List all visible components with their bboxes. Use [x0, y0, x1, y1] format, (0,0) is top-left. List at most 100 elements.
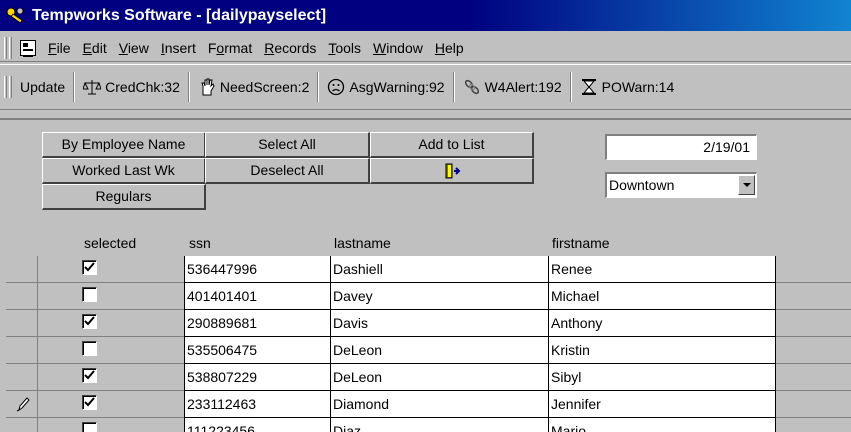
selected-cell: [38, 310, 184, 337]
menu-tools[interactable]: Tools: [322, 40, 367, 56]
selected-checkbox[interactable]: [82, 395, 97, 410]
selected-checkbox[interactable]: [82, 368, 97, 383]
powarn-button[interactable]: POWarn:14: [576, 72, 679, 102]
ssn-cell[interactable]: 535506475: [184, 337, 331, 364]
selected-checkbox[interactable]: [82, 422, 97, 432]
lastname-cell[interactable]: Diamond: [331, 391, 549, 418]
needscreen-button[interactable]: NeedScreen:2: [194, 72, 314, 102]
menu-view[interactable]: View: [113, 40, 155, 56]
branch-select[interactable]: Downtown: [605, 172, 757, 198]
firstname-cell[interactable]: Michael: [549, 283, 776, 310]
menu-bar: File Edit View Insert Format Records Too…: [0, 34, 851, 62]
table-row[interactable]: 111223456 Diaz Mario: [6, 418, 851, 432]
chevron-down-icon[interactable]: [738, 175, 755, 195]
selected-cell: [38, 256, 184, 283]
selected-checkbox[interactable]: [82, 260, 97, 275]
ssn-cell[interactable]: 401401401: [184, 283, 331, 310]
menu-edit[interactable]: Edit: [77, 40, 113, 56]
update-button[interactable]: Update: [16, 72, 69, 102]
table-row[interactable]: 538807229 DeLeon Sibyl: [6, 364, 851, 391]
menu-window[interactable]: Window: [367, 40, 429, 56]
menu-file[interactable]: File: [42, 40, 77, 56]
lastname-cell[interactable]: Davey: [331, 283, 549, 310]
firstname-cell[interactable]: Mario: [549, 418, 776, 432]
menu-records[interactable]: Records: [258, 40, 322, 56]
menubar-grip[interactable]: [4, 36, 7, 59]
lastname-cell[interactable]: DeLeon: [331, 364, 549, 391]
grid-header: selected ssn lastname firstname: [0, 232, 851, 256]
row-selector[interactable]: [6, 418, 38, 432]
asgwarning-button[interactable]: AsgWarning:92: [323, 72, 448, 102]
by-employee-name-button[interactable]: By Employee Name: [42, 132, 206, 158]
header-ssn[interactable]: ssn: [189, 235, 211, 251]
exit-door-icon: [445, 163, 460, 179]
table-row[interactable]: 536447996 Dashiell Renee: [6, 256, 851, 283]
regulars-button[interactable]: Regulars: [42, 184, 206, 210]
ssn-cell[interactable]: 290889681: [184, 310, 331, 337]
ssn-cell[interactable]: 111223456: [184, 418, 331, 432]
checkmark-icon: [84, 370, 95, 380]
table-row[interactable]: 401401401 Davey Michael: [6, 283, 851, 310]
toolbar-separator: [187, 72, 190, 102]
row-filler: [776, 364, 851, 391]
selected-cell: [38, 391, 184, 418]
selected-cell: [38, 337, 184, 364]
toolbar-grip[interactable]: [4, 76, 7, 98]
select-all-button[interactable]: Select All: [205, 132, 370, 158]
menu-help[interactable]: Help: [429, 40, 470, 56]
document-control-icon[interactable]: [20, 39, 36, 57]
table-row[interactable]: 233112463 Diamond Jennifer: [6, 391, 851, 418]
row-filler: [776, 337, 851, 364]
credchk-button[interactable]: CredChk:32: [79, 72, 184, 102]
firstname-cell[interactable]: Renee: [549, 256, 776, 283]
header-firstname[interactable]: firstname: [552, 235, 610, 251]
selected-cell: [38, 418, 184, 432]
exit-button[interactable]: [370, 158, 534, 184]
ssn-cell[interactable]: 536447996: [184, 256, 331, 283]
toolbar-separator: [569, 72, 572, 102]
row-selector[interactable]: [6, 283, 38, 310]
toolbar: Update CredChk:32 NeedScreen:2 AsgWarnin…: [0, 64, 851, 110]
ssn-cell[interactable]: 538807229: [184, 364, 331, 391]
w4alert-label: W4Alert:192: [484, 79, 562, 95]
table-row[interactable]: 535506475 DeLeon Kristin: [6, 337, 851, 364]
selected-checkbox[interactable]: [82, 341, 97, 356]
add-to-list-button[interactable]: Add to List: [370, 132, 534, 158]
deselect-all-button[interactable]: Deselect All: [205, 158, 370, 184]
asgwarning-label: AsgWarning:92: [349, 79, 445, 95]
frown-face-icon: [327, 78, 345, 96]
header-selected[interactable]: selected: [84, 235, 136, 251]
selected-checkbox[interactable]: [82, 314, 97, 329]
header-lastname[interactable]: lastname: [334, 235, 391, 251]
lastname-cell[interactable]: Dashiell: [331, 256, 549, 283]
row-filler: [776, 256, 851, 283]
menu-insert[interactable]: Insert: [155, 40, 202, 56]
row-selector[interactable]: [6, 310, 38, 337]
firstname-cell[interactable]: Jennifer: [549, 391, 776, 418]
menubar-grip-2: [9, 36, 12, 59]
row-filler: [776, 391, 851, 418]
selected-cell: [38, 364, 184, 391]
needscreen-label: NeedScreen:2: [219, 79, 310, 95]
row-selector[interactable]: [6, 256, 38, 283]
powarn-label: POWarn:14: [601, 79, 675, 95]
lastname-cell[interactable]: DeLeon: [331, 337, 549, 364]
row-filler: [776, 310, 851, 337]
row-selector[interactable]: [6, 364, 38, 391]
ssn-cell[interactable]: 233112463: [184, 391, 331, 418]
menu-format[interactable]: Format: [202, 40, 258, 56]
lastname-cell[interactable]: Davis: [331, 310, 549, 337]
firstname-cell[interactable]: Anthony: [549, 310, 776, 337]
toolbar-separator: [317, 72, 320, 102]
firstname-cell[interactable]: Kristin: [549, 337, 776, 364]
worked-last-wk-button[interactable]: Worked Last Wk: [42, 158, 206, 184]
date-field[interactable]: 2/19/01: [605, 134, 757, 160]
w4alert-button[interactable]: W4Alert:192: [459, 72, 566, 102]
selected-checkbox[interactable]: [82, 287, 97, 302]
firstname-cell[interactable]: Sibyl: [549, 364, 776, 391]
toolbar-separator: [73, 72, 76, 102]
row-selector[interactable]: [6, 391, 38, 418]
row-selector[interactable]: [6, 337, 38, 364]
lastname-cell[interactable]: Diaz: [331, 418, 549, 432]
table-row[interactable]: 290889681 Davis Anthony: [6, 310, 851, 337]
